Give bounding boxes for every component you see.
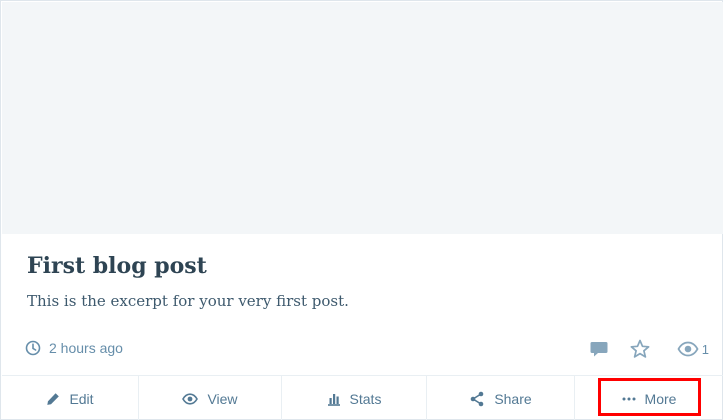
- eye-icon: [182, 392, 199, 405]
- eye-icon: [677, 341, 699, 357]
- post-controls: Edit View Stats Share More: [2, 375, 723, 420]
- post-title[interactable]: First blog post: [27, 251, 207, 281]
- post-meta-actions: 1: [589, 337, 709, 361]
- post-time[interactable]: 2 hours ago: [25, 337, 123, 359]
- like-button[interactable]: [629, 338, 651, 360]
- share-label: Share: [494, 390, 532, 407]
- more-label: More: [644, 390, 677, 407]
- post-excerpt: This is the excerpt for your very first …: [27, 292, 349, 310]
- stats-button[interactable]: Stats: [282, 376, 427, 420]
- post-time-label: 2 hours ago: [49, 340, 123, 356]
- view-button[interactable]: View: [139, 376, 282, 420]
- ellipsis-icon: [622, 397, 636, 400]
- bar-chart-icon: [327, 393, 340, 406]
- views-count: 1: [677, 341, 709, 357]
- share-icon: [471, 391, 484, 406]
- stats-label: Stats: [349, 390, 382, 407]
- comment-icon: [590, 342, 608, 357]
- star-icon: [630, 339, 650, 358]
- pencil-icon: [47, 392, 60, 405]
- edit-button[interactable]: Edit: [2, 376, 139, 420]
- featured-image-placeholder[interactable]: [2, 2, 723, 234]
- more-button[interactable]: More: [575, 376, 723, 420]
- edit-label: Edit: [69, 390, 94, 407]
- view-label: View: [207, 390, 238, 407]
- clock-icon: [25, 340, 41, 356]
- post-card: First blog post This is the excerpt for …: [0, 0, 723, 420]
- share-button[interactable]: Share: [427, 376, 575, 420]
- views-count-label: 1: [701, 341, 709, 357]
- comments-button[interactable]: [589, 339, 609, 359]
